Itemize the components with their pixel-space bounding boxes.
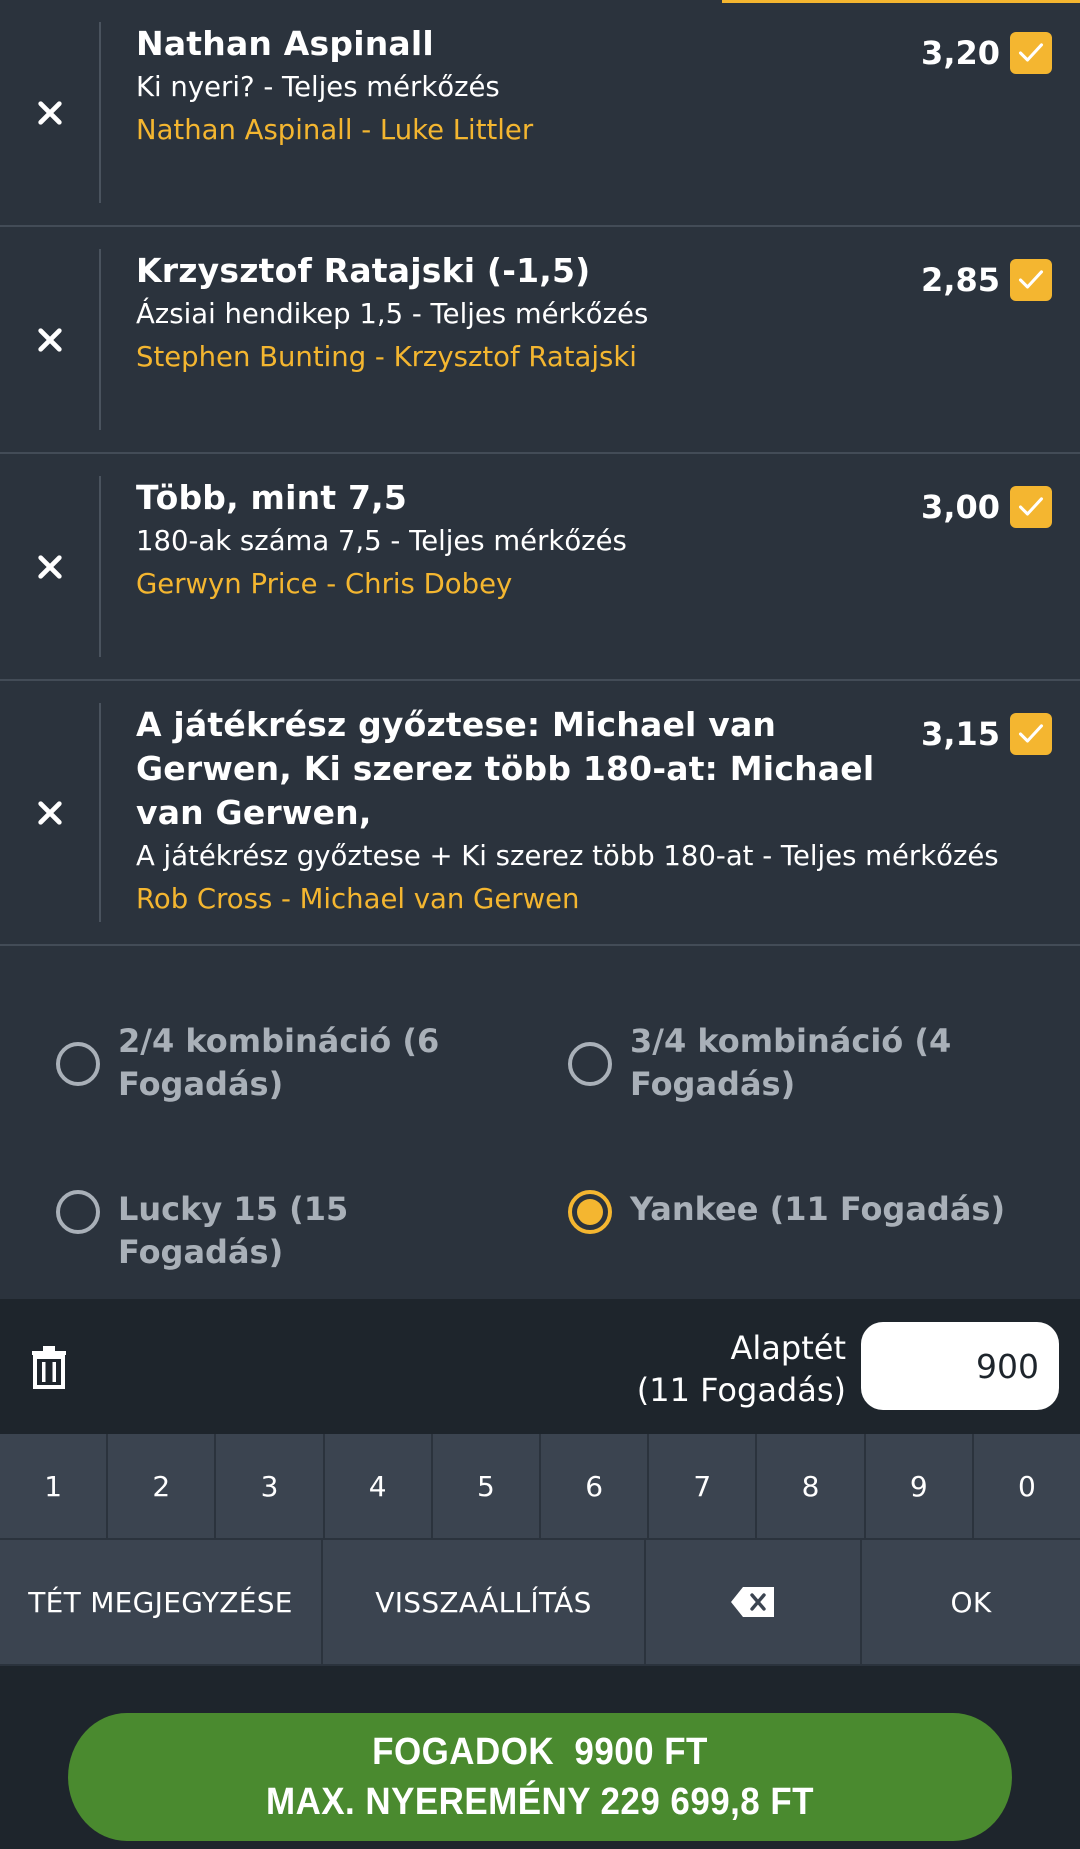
stake-label-title: Alaptét [730, 1329, 846, 1367]
bet-item: Nathan Aspinall Ki nyeri? - Teljes mérkő… [0, 0, 1080, 227]
odds-group: 3,15 [921, 713, 1052, 755]
radio-dot [577, 1199, 603, 1225]
close-icon [38, 800, 62, 825]
reset-button[interactable]: VISSZAÁLLÍTÁS [323, 1540, 646, 1666]
system-option-label: 2/4 kombináció (6 Fogadás) [118, 1022, 440, 1103]
remember-stake-button[interactable]: TÉT MEGJEGYZÉSE [0, 1540, 323, 1666]
bet-item: Több, mint 7,5 180-ak száma 7,5 - Teljes… [0, 454, 1080, 681]
radio-button[interactable] [568, 1042, 612, 1086]
radio-button[interactable] [56, 1190, 100, 1234]
remove-bet-button[interactable] [0, 227, 100, 452]
odds-group: 2,85 [921, 259, 1052, 301]
key-9[interactable]: 9 [865, 1434, 974, 1540]
backspace-icon [731, 1587, 774, 1617]
odds-group: 3,20 [921, 32, 1052, 74]
bet-details: Krzysztof Ratajski (-1,5) Ázsiai hendike… [136, 249, 1050, 379]
include-checkbox[interactable] [1010, 32, 1052, 74]
system-option-lucky-15[interactable]: Lucky 15 (15 Fogadás) [56, 1188, 516, 1274]
key-0[interactable]: 0 [973, 1434, 1080, 1540]
bet-market: Ki nyeri? - Teljes mérkőzés [136, 71, 500, 103]
bet-selection-title: Nathan Aspinall [136, 24, 434, 63]
bet-item: Krzysztof Ratajski (-1,5) Ázsiai hendike… [0, 227, 1080, 454]
bet-selection-list: Nathan Aspinall Ki nyeri? - Teljes mérkő… [0, 0, 1080, 946]
stake-label-count: (11 Fogadás) [636, 1371, 846, 1409]
numeric-keypad: 1 2 3 4 5 6 7 8 9 0 TÉT MEGJEGYZÉSE VISS… [0, 1434, 1080, 1666]
key-4[interactable]: 4 [324, 1434, 433, 1540]
divider [99, 249, 101, 430]
bet-selection-title: A játékrész győztese: Michael van Gerwen… [136, 705, 875, 832]
odds-value: 3,20 [921, 34, 1000, 72]
odds-value: 3,15 [921, 715, 1000, 753]
bet-details: A játékrész győztese: Michael van Gerwen… [136, 703, 1050, 921]
digit-row: 1 2 3 4 5 6 7 8 9 0 [0, 1434, 1080, 1540]
key-5[interactable]: 5 [432, 1434, 542, 1540]
action-row: TÉT MEGJEGYZÉSE VISSZAÁLLÍTÁS OK [0, 1540, 1080, 1666]
place-bet-button[interactable]: FOGADOK 9900 FT MAX. NYEREMÉNY 229 699,8… [68, 1713, 1012, 1841]
bet-market: 180-ak száma 7,5 - Teljes mérkőzés [136, 525, 627, 557]
bet-details: Nathan Aspinall Ki nyeri? - Teljes mérkő… [136, 22, 1050, 152]
remove-bet-button[interactable] [0, 681, 100, 944]
stake-input[interactable]: 900 [861, 1322, 1059, 1410]
bet-item: A játékrész győztese: Michael van Gerwen… [0, 681, 1080, 946]
bet-selection-title: Krzysztof Ratajski (-1,5) [136, 251, 591, 290]
key-3[interactable]: 3 [216, 1434, 325, 1540]
close-icon [38, 100, 62, 125]
key-8[interactable]: 8 [757, 1434, 866, 1540]
checkmark-icon [1018, 724, 1044, 743]
divider [99, 703, 101, 922]
radio-button-selected[interactable] [568, 1190, 612, 1234]
stake-bar: Alaptét (11 Fogadás) 900 [0, 1299, 1080, 1434]
odds-value: 2,85 [921, 261, 1000, 299]
system-option-3-of-4[interactable]: 3/4 kombináció (4 Fogadás) [568, 1020, 968, 1106]
bet-event: Stephen Bunting - Krzysztof Ratajski [136, 341, 637, 373]
bet-market: A játékrész győztese + Ki szerez több 18… [136, 840, 999, 872]
max-winnings: MAX. NYEREMÉNY 229 699,8 FT [265, 1781, 815, 1823]
remove-bet-button[interactable] [0, 0, 100, 225]
include-checkbox[interactable] [1010, 713, 1052, 755]
system-option-yankee[interactable]: Yankee (11 Fogadás) [568, 1188, 1038, 1234]
bet-event: Rob Cross - Michael van Gerwen [136, 883, 580, 915]
key-1[interactable]: 1 [0, 1434, 109, 1540]
checkmark-icon [1018, 497, 1044, 516]
bet-market: Ázsiai hendikep 1,5 - Teljes mérkőzés [136, 298, 649, 330]
divider [99, 22, 101, 203]
bet-details: Több, mint 7,5 180-ak száma 7,5 - Teljes… [136, 476, 1050, 606]
bet-selection-title: Több, mint 7,5 [136, 478, 408, 517]
bet-event: Nathan Aspinall - Luke Littler [136, 114, 534, 146]
close-icon [38, 554, 62, 579]
system-option-2-of-4[interactable]: 2/4 kombináció (6 Fogadás) [56, 1020, 456, 1106]
stake-label: Alaptét (11 Fogadás) [637, 1327, 846, 1411]
system-option-label: 3/4 kombináció (4 Fogadás) [630, 1022, 952, 1103]
odds-value: 3,00 [921, 488, 1000, 526]
backspace-button[interactable] [646, 1540, 862, 1666]
bet-event: Gerwyn Price - Chris Dobey [136, 568, 513, 600]
checkmark-icon [1018, 43, 1044, 62]
radio-button[interactable] [56, 1042, 100, 1086]
odds-group: 3,00 [921, 486, 1052, 528]
place-bet-area: FOGADOK 9900 FT MAX. NYEREMÉNY 229 699,8… [0, 1666, 1080, 1849]
key-2[interactable]: 2 [108, 1434, 217, 1540]
trash-icon[interactable] [30, 1345, 68, 1389]
system-option-label: Yankee (11 Fogadás) [630, 1190, 1006, 1228]
divider [99, 476, 101, 657]
close-icon [38, 327, 62, 352]
checkmark-icon [1018, 270, 1044, 289]
place-bet-total: FOGADOK 9900 FT [372, 1731, 708, 1773]
key-7[interactable]: 7 [649, 1434, 758, 1540]
include-checkbox[interactable] [1010, 486, 1052, 528]
remove-bet-button[interactable] [0, 454, 100, 679]
key-6[interactable]: 6 [541, 1434, 650, 1540]
ok-button[interactable]: OK [862, 1540, 1080, 1666]
include-checkbox[interactable] [1010, 259, 1052, 301]
system-option-label: Lucky 15 (15 Fogadás) [118, 1190, 349, 1271]
